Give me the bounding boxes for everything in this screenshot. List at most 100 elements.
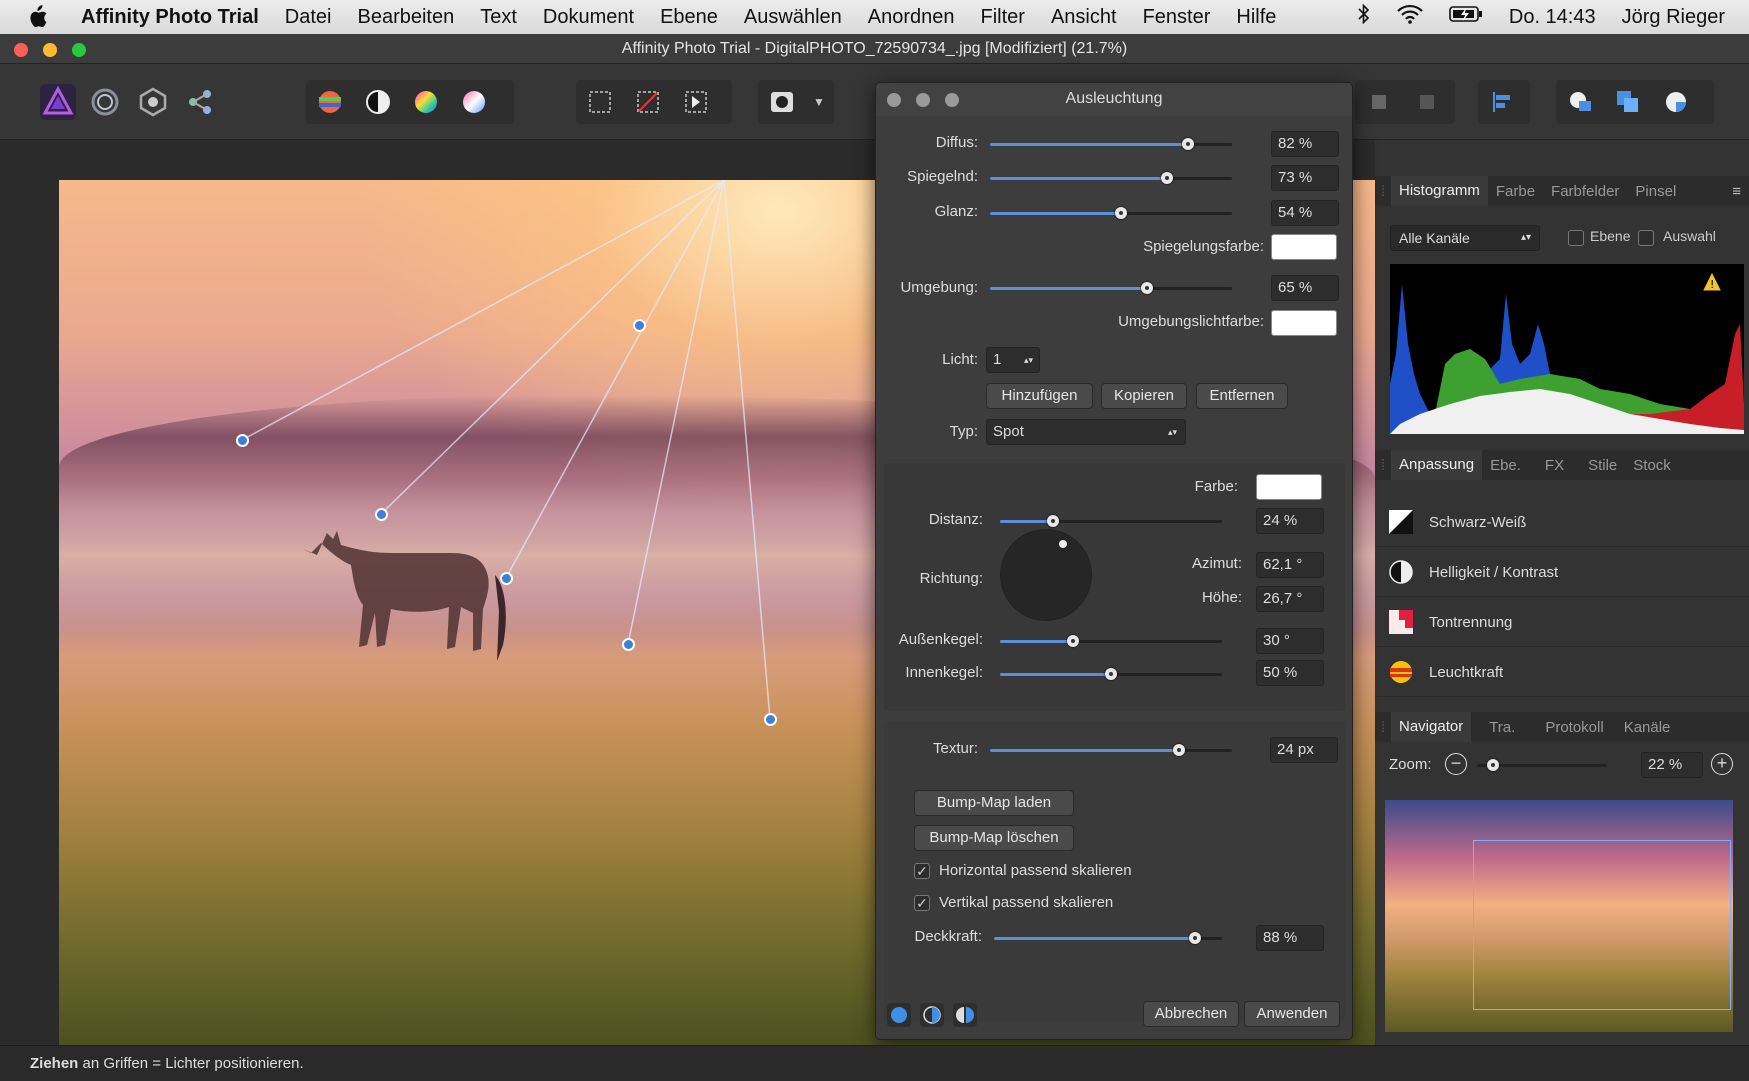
deckkraft-slider[interactable] bbox=[994, 937, 1222, 940]
tab-farbe[interactable]: Farbe bbox=[1488, 183, 1543, 200]
light-handle-2[interactable] bbox=[375, 508, 388, 521]
diffus-value[interactable]: 82 % bbox=[1271, 131, 1339, 157]
apple-icon[interactable] bbox=[26, 5, 48, 29]
boolean-intersect-icon[interactable] bbox=[1652, 80, 1700, 124]
kopieren-button[interactable]: Kopieren bbox=[1101, 383, 1187, 409]
deckkraft-value[interactable]: 88 % bbox=[1256, 925, 1324, 951]
menu-auswaehlen[interactable]: Auswählen bbox=[731, 6, 855, 29]
zoom-slider[interactable] bbox=[1477, 764, 1607, 767]
quick-mask-icon[interactable] bbox=[758, 80, 806, 124]
innenkegel-slider-knob[interactable] bbox=[1105, 668, 1117, 680]
adjustment-schwarz-weiss[interactable]: Schwarz-Weiß bbox=[1375, 498, 1749, 547]
menu-text[interactable]: Text bbox=[467, 6, 530, 29]
tab-histogramm[interactable]: Histogramm bbox=[1391, 176, 1488, 206]
tab-ebenen[interactable]: Ebe. bbox=[1482, 457, 1529, 474]
light-handle-4[interactable] bbox=[622, 638, 635, 651]
hinzufuegen-button[interactable]: Hinzufügen bbox=[986, 383, 1093, 409]
spiegelnd-value[interactable]: 73 % bbox=[1271, 165, 1339, 191]
invert-selection-icon[interactable] bbox=[672, 80, 720, 124]
anwenden-button[interactable]: Anwenden bbox=[1244, 1001, 1340, 1027]
tab-kanaele[interactable]: Kanäle bbox=[1616, 719, 1679, 736]
licht-stepper[interactable]: 1▴▾ bbox=[986, 347, 1040, 373]
contrast-icon[interactable] bbox=[354, 80, 402, 124]
ebene-checkbox[interactable] bbox=[1568, 230, 1584, 246]
horizontal-checkbox[interactable]: ✓ bbox=[914, 863, 930, 879]
app-menu[interactable]: Affinity Photo Trial bbox=[68, 6, 272, 29]
develop-persona-icon[interactable] bbox=[129, 80, 177, 124]
preview-mode-mirror-icon[interactable] bbox=[953, 1003, 977, 1027]
panel-menu-icon[interactable]: ≡ bbox=[1732, 183, 1749, 200]
adjustment-helligkeit-kontrast[interactable]: Helligkeit / Kontrast bbox=[1375, 548, 1749, 597]
tab-protokoll[interactable]: Protokoll bbox=[1533, 719, 1615, 736]
farbe-swatch[interactable] bbox=[1256, 474, 1322, 500]
light-handle-1[interactable] bbox=[236, 434, 249, 447]
entfernen-button[interactable]: Entfernen bbox=[1196, 383, 1288, 409]
auswahl-checkbox[interactable] bbox=[1638, 230, 1654, 246]
aussenkegel-value[interactable]: 30 ° bbox=[1256, 628, 1324, 654]
zoom-in-icon[interactable]: + bbox=[1711, 753, 1733, 775]
align-icon[interactable] bbox=[1478, 80, 1526, 124]
hoehe-value[interactable]: 26,7 ° bbox=[1256, 586, 1324, 612]
menubar-user[interactable]: Jörg Rieger bbox=[1609, 6, 1749, 29]
deckkraft-slider-knob[interactable] bbox=[1189, 932, 1201, 944]
zoom-window-button[interactable] bbox=[72, 43, 86, 57]
menu-bearbeiten[interactable]: Bearbeiten bbox=[344, 6, 467, 29]
photo-persona-icon[interactable] bbox=[34, 80, 82, 124]
spiegelungsfarbe-swatch[interactable] bbox=[1271, 234, 1337, 260]
adjustment-leuchtkraft[interactable]: Leuchtkraft bbox=[1375, 648, 1749, 697]
menu-hilfe[interactable]: Hilfe bbox=[1223, 6, 1289, 29]
umgebung-slider-knob[interactable] bbox=[1141, 282, 1153, 294]
boolean-subtract-icon[interactable] bbox=[1604, 80, 1652, 124]
battery-icon[interactable] bbox=[1436, 5, 1496, 29]
arrange-forward-icon[interactable] bbox=[1403, 80, 1451, 124]
channel-select[interactable]: Alle Kanäle ▴▾ bbox=[1390, 225, 1540, 251]
distanz-slider-knob[interactable] bbox=[1047, 515, 1059, 527]
light-handle-3[interactable] bbox=[500, 572, 513, 585]
tab-transform[interactable]: Tra. bbox=[1471, 719, 1533, 736]
marquee-select-icon[interactable] bbox=[576, 80, 624, 124]
textur-slider[interactable] bbox=[990, 749, 1232, 752]
zoom-value[interactable]: 22 % bbox=[1641, 752, 1703, 778]
direction-dial[interactable] bbox=[1000, 529, 1092, 621]
aussenkegel-slider-knob[interactable] bbox=[1067, 635, 1079, 647]
menu-ansicht[interactable]: Ansicht bbox=[1038, 6, 1130, 29]
abbrechen-button[interactable]: Abbrechen bbox=[1143, 1001, 1239, 1027]
diffus-slider[interactable] bbox=[990, 143, 1232, 146]
glanz-slider[interactable] bbox=[990, 212, 1232, 215]
spiegelnd-slider[interactable] bbox=[990, 177, 1232, 180]
export-persona-icon[interactable] bbox=[177, 80, 225, 124]
close-window-button[interactable] bbox=[14, 43, 28, 57]
vertikal-checkbox[interactable]: ✓ bbox=[914, 895, 930, 911]
zoom-slider-knob[interactable] bbox=[1487, 759, 1499, 771]
white-balance-icon[interactable] bbox=[450, 80, 498, 124]
umgebungslichtfarbe-swatch[interactable] bbox=[1271, 310, 1337, 336]
direction-dial-handle[interactable] bbox=[1059, 540, 1067, 548]
tab-stock[interactable]: Stock bbox=[1625, 457, 1679, 474]
tab-farbfelder[interactable]: Farbfelder bbox=[1543, 183, 1627, 200]
innenkegel-slider[interactable] bbox=[1000, 673, 1222, 676]
menu-ebene[interactable]: Ebene bbox=[647, 6, 731, 29]
menu-dokument[interactable]: Dokument bbox=[530, 6, 647, 29]
deselect-icon[interactable] bbox=[624, 80, 672, 124]
diffus-slider-knob[interactable] bbox=[1182, 138, 1194, 150]
adjustment-tontrennung[interactable]: Tontrennung bbox=[1375, 598, 1749, 647]
spiegelnd-slider-knob[interactable] bbox=[1161, 172, 1173, 184]
typ-select[interactable]: Spot▴▾ bbox=[986, 419, 1186, 445]
menu-fenster[interactable]: Fenster bbox=[1130, 6, 1224, 29]
chevron-down-icon[interactable]: ▼ bbox=[806, 95, 832, 109]
azimut-value[interactable]: 62,1 ° bbox=[1256, 552, 1324, 578]
minimize-window-button[interactable] bbox=[43, 43, 57, 57]
glanz-slider-knob[interactable] bbox=[1115, 207, 1127, 219]
color-balance-icon[interactable] bbox=[306, 80, 354, 124]
glanz-value[interactable]: 54 % bbox=[1271, 200, 1339, 226]
bump-map-laden-button[interactable]: Bump-Map laden bbox=[914, 790, 1074, 816]
aussenkegel-slider[interactable] bbox=[1000, 640, 1222, 643]
menu-datei[interactable]: Datei bbox=[272, 6, 345, 29]
dialog-zoom-button[interactable] bbox=[945, 93, 959, 107]
tab-navigator[interactable]: Navigator bbox=[1391, 712, 1471, 742]
preview-mode-full-icon[interactable] bbox=[887, 1003, 911, 1027]
innenkegel-value[interactable]: 50 % bbox=[1256, 660, 1324, 686]
textur-slider-knob[interactable] bbox=[1173, 744, 1185, 756]
zoom-out-icon[interactable]: − bbox=[1445, 753, 1467, 775]
umgebung-value[interactable]: 65 % bbox=[1271, 275, 1339, 301]
